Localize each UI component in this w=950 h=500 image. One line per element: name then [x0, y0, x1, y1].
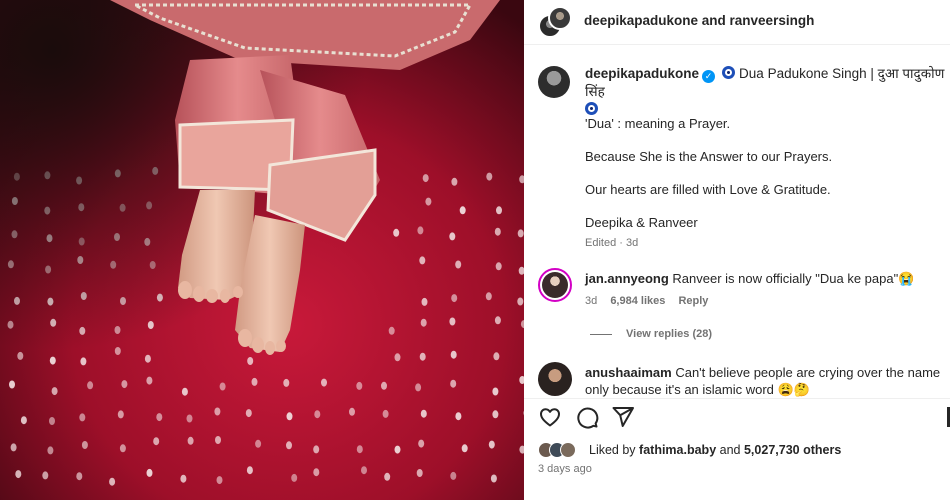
comment-body: anushaaimam Can't believe people are cry…	[585, 364, 945, 398]
share-icon[interactable]	[611, 405, 635, 429]
likes-conjunction: and	[719, 443, 741, 457]
caption-headline: deepikapadukone ✓ Dua Padukone Singh | दुआ…	[585, 65, 945, 119]
caption-username[interactable]: deepikapadukone	[585, 66, 699, 81]
caption-meta: Edited · 3d	[585, 237, 639, 249]
caption-line: Deepika & Ranveer	[585, 215, 698, 230]
post-header: deepikapadukone and ranveersingh	[524, 0, 950, 45]
likes-prefix: Liked by	[589, 443, 636, 457]
comment-avatar[interactable]	[538, 362, 572, 396]
verified-icon: ✓	[702, 70, 716, 83]
likes-text: Liked by fathima.baby and 5,027,730 othe…	[589, 443, 841, 457]
comment-age: 3d	[585, 295, 598, 307]
evil-eye-icon	[585, 102, 598, 115]
collab-avatars[interactable]	[538, 6, 572, 40]
caption-line: 'Dua' : meaning a Prayer.	[585, 116, 731, 131]
caption-line: Because She is the Answer to our Prayers…	[585, 149, 833, 164]
comment-body: jan.annyeong Ranveer is now officially "…	[585, 270, 945, 287]
likes-count[interactable]: 5,027,730 others	[744, 443, 841, 457]
comment-icon[interactable]	[575, 405, 599, 429]
post-author-title[interactable]: deepikapadukone and ranveersingh	[584, 13, 814, 28]
comment-likes[interactable]: 6,984 likes	[610, 295, 665, 307]
comment-text: Ranveer is now officially "Dua ke papa"😭	[672, 271, 915, 286]
caption-line: Our hearts are filled with Love & Gratit…	[585, 182, 831, 197]
caption-avatar[interactable]	[538, 66, 570, 98]
reply-button[interactable]: Reply	[678, 295, 708, 307]
comment-meta: 3d 6,984 likes Reply	[585, 295, 718, 307]
comment-username[interactable]: anushaaimam	[585, 365, 672, 380]
post-photo-svg	[0, 0, 524, 500]
comments-scroll-area[interactable]: deepikapadukone ✓ Dua Padukone Singh | दुआ…	[524, 46, 950, 398]
comment-username[interactable]: jan.annyeong	[585, 271, 669, 286]
comment-avatar[interactable]	[538, 268, 572, 302]
view-replies-button[interactable]: View replies (28)	[590, 328, 712, 340]
post-details-panel: deepikapadukone and ranveersingh deepika…	[524, 0, 950, 500]
post-timestamp[interactable]: 3 days ago	[538, 463, 592, 475]
likes-summary: Liked by fathima.baby and 5,027,730 othe…	[538, 440, 948, 460]
avatar	[560, 442, 576, 458]
evil-eye-icon	[722, 66, 736, 79]
post-image[interactable]	[0, 0, 524, 500]
heart-icon[interactable]	[538, 405, 562, 429]
liked-by-user[interactable]: fathima.baby	[639, 443, 716, 457]
post-actions	[524, 398, 950, 434]
avatar[interactable]	[548, 6, 572, 30]
